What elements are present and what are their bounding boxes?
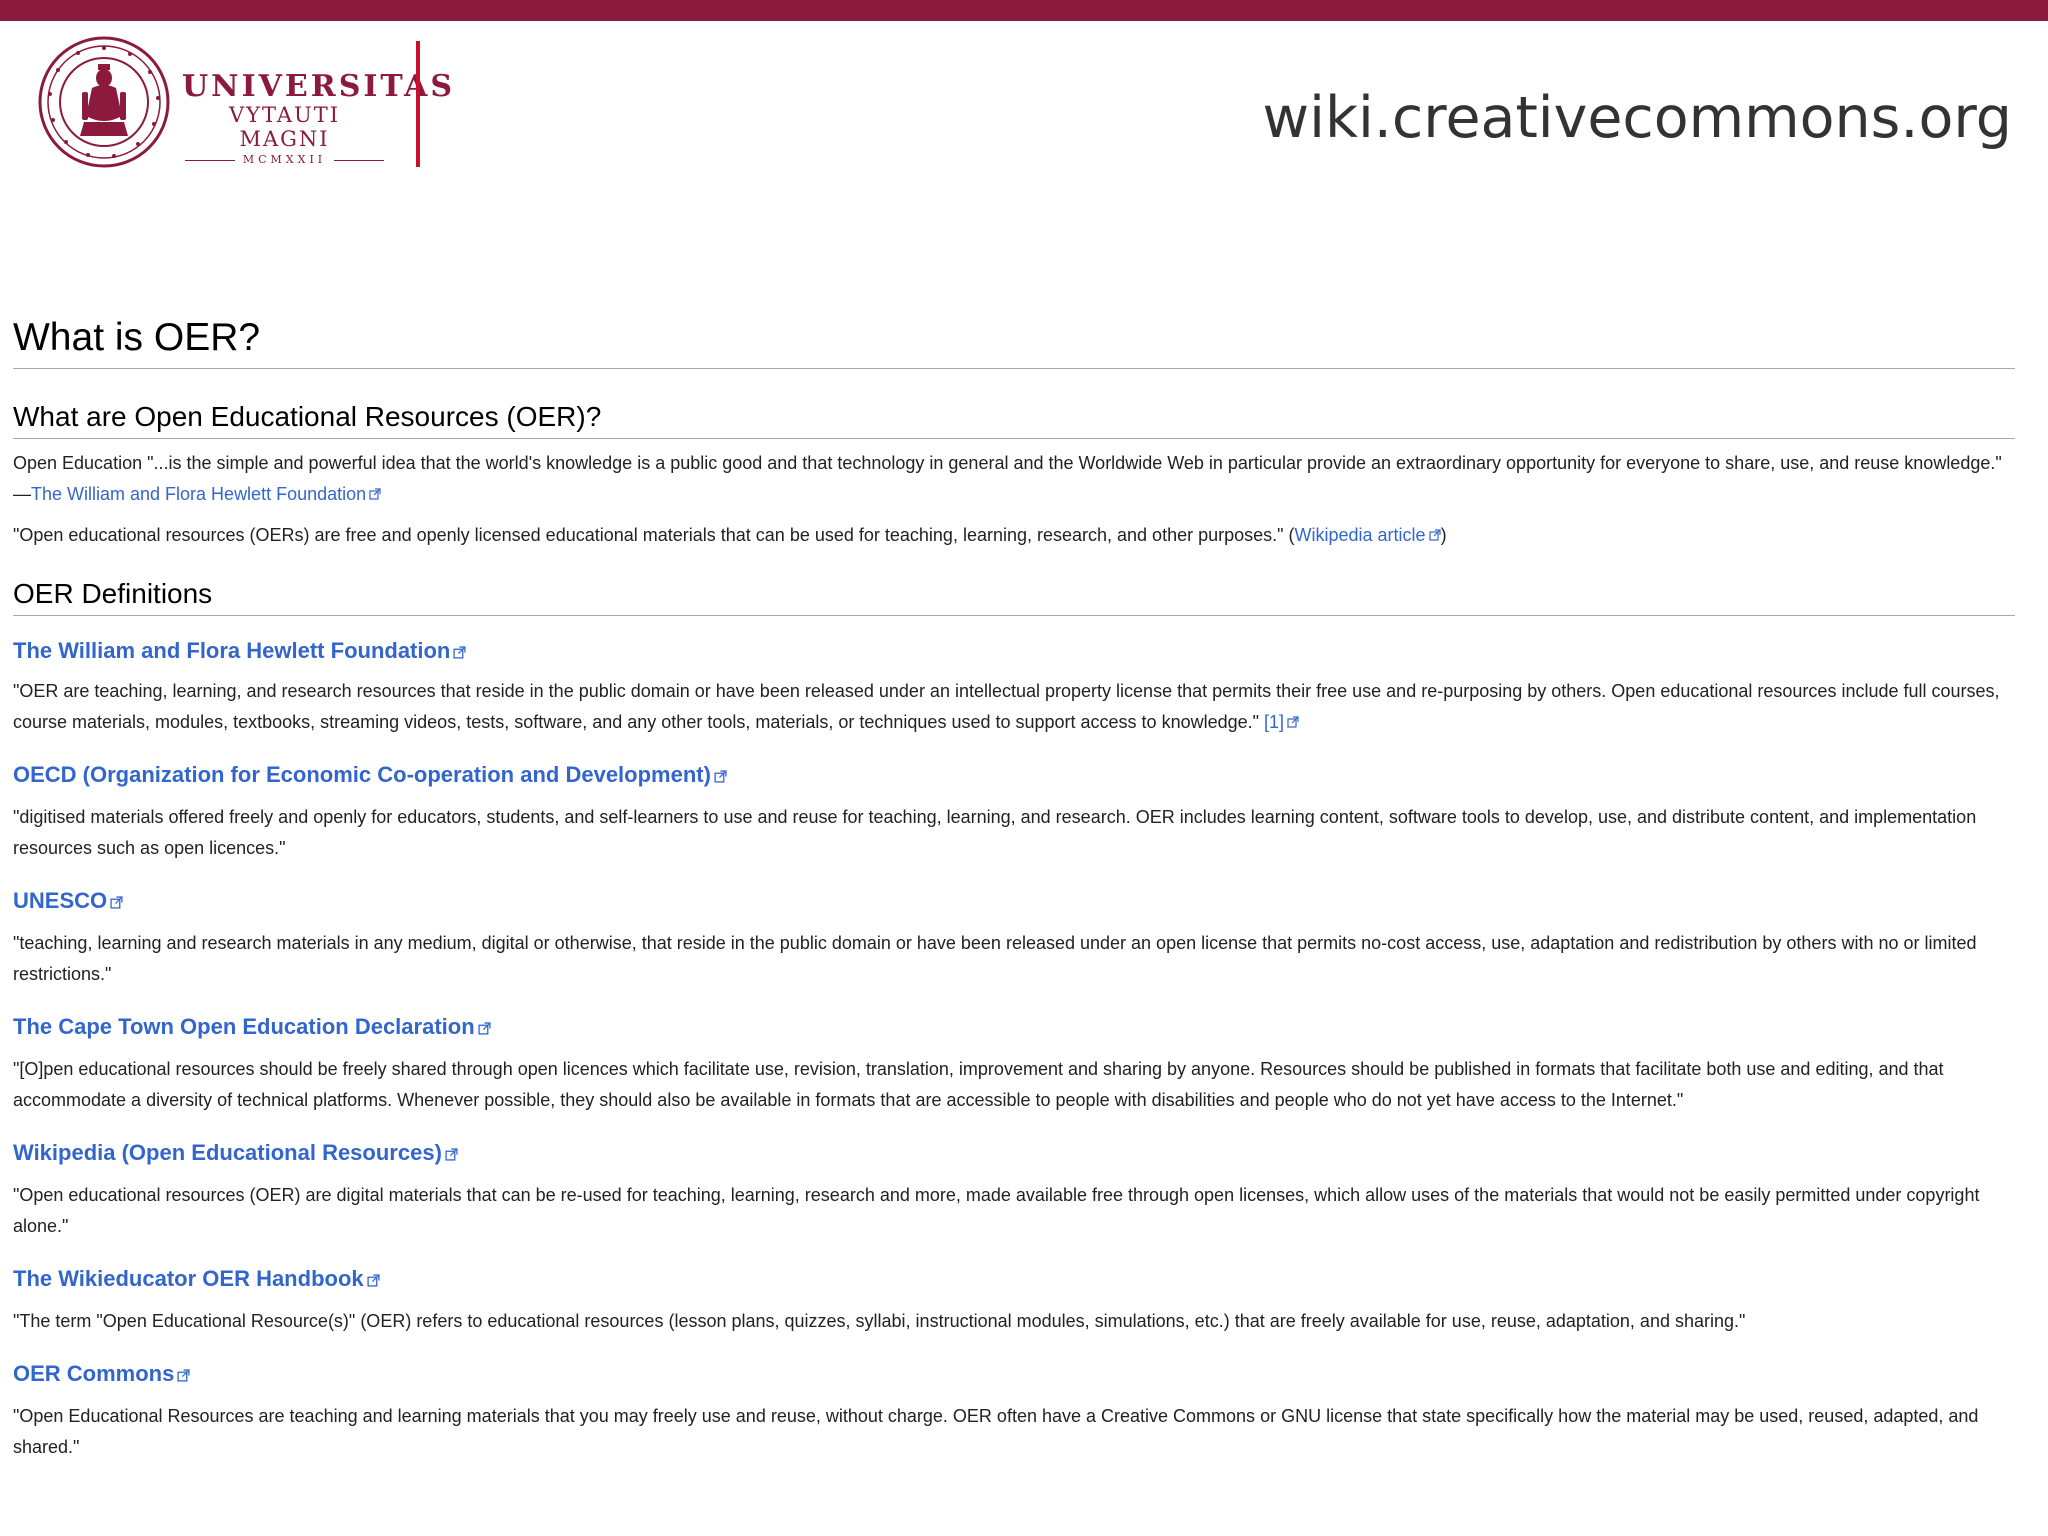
- wordmark-line-1: UNIVERSITAS: [182, 69, 456, 104]
- definition-title-wikieducator: The Wikieducator OER Handbook: [13, 1264, 2015, 1294]
- slide-header: UNIVERSITAS VYTAUTI MAGNI MCMXXII wiki.c…: [0, 21, 2048, 181]
- external-link-icon: [478, 1022, 491, 1035]
- definition-item-oer-commons: OER Commons "Open Educational Resources …: [13, 1359, 2015, 1463]
- wordmark-line-2: VYTAUTI MAGNI: [228, 103, 341, 151]
- definition-text-oecd: "digitised materials offered freely and …: [13, 807, 1977, 858]
- external-link-icon: [1428, 529, 1441, 541]
- wordmark-line-3: MCMXXII: [182, 151, 387, 169]
- quote-attribution: —The William and Flora Hewlett Foundatio…: [13, 479, 2015, 510]
- definition-link-cape-town[interactable]: The Cape Town Open Education Declaration: [13, 1014, 475, 1039]
- definition-item-cape-town: The Cape Town Open Education Declaration…: [13, 1012, 2015, 1116]
- definition-title-cape-town: The Cape Town Open Education Declaration: [13, 1012, 2015, 1042]
- wordmark-rule-left: [184, 159, 235, 161]
- definition-title-unesco: UNESCO: [13, 886, 2015, 916]
- section-heading-what-are-oer: What are Open Educational Resources (OER…: [13, 398, 2015, 439]
- definition-link-wikipedia[interactable]: Wikipedia (Open Educational Resources): [13, 1140, 442, 1165]
- external-link-icon: [177, 1369, 190, 1382]
- wiki-article: What is OER? What are Open Educational R…: [13, 312, 2015, 1463]
- definition-link-hewlett[interactable]: The William and Flora Hewlett Foundation: [13, 638, 450, 663]
- definition-link-oecd[interactable]: OECD (Organization for Economic Co-opera…: [13, 762, 711, 787]
- definition-item-wikipedia: Wikipedia (Open Educational Resources) "…: [13, 1138, 2015, 1242]
- reference-link-1[interactable]: [1]: [1264, 712, 1284, 732]
- definition-link-unesco[interactable]: UNESCO: [13, 888, 107, 913]
- open-education-quote: Open Education "...is the simple and pow…: [13, 453, 2002, 473]
- definition-item-wikieducator: The Wikieducator OER Handbook "The term …: [13, 1264, 2015, 1337]
- definition-link-wikieducator[interactable]: The Wikieducator OER Handbook: [13, 1266, 364, 1291]
- definition-item-hewlett: The William and Flora Hewlett Foundation…: [13, 636, 2015, 738]
- university-wordmark: UNIVERSITAS VYTAUTI MAGNI MCMXXII: [182, 69, 456, 169]
- external-link-icon: [1287, 716, 1299, 728]
- wikipedia-article-link[interactable]: Wikipedia article: [1295, 525, 1426, 545]
- definition-title-oer-commons: OER Commons: [13, 1359, 2015, 1389]
- definition-text-wikieducator: "The term "Open Educational Resource(s)"…: [13, 1311, 1746, 1331]
- university-seal-logo: [38, 36, 170, 168]
- external-link-icon: [110, 896, 123, 909]
- header-divider: [416, 41, 420, 167]
- definition-item-oecd: OECD (Organization for Economic Co-opera…: [13, 760, 2015, 864]
- definition-title-oecd: OECD (Organization for Economic Co-opera…: [13, 760, 2015, 790]
- external-link-icon: [367, 1274, 380, 1287]
- wordmark-rule-right: [334, 159, 385, 161]
- external-link-icon: [369, 488, 381, 500]
- attribution-dash: —: [13, 484, 31, 504]
- hewlett-foundation-link[interactable]: The William and Flora Hewlett Foundation: [31, 484, 366, 504]
- definition-quote-hewlett: "OER are teaching, learning, and researc…: [13, 681, 2000, 732]
- external-link-icon: [714, 770, 727, 783]
- definition-item-unesco: UNESCO "teaching, learning and research …: [13, 886, 2015, 990]
- external-link-icon: [445, 1148, 458, 1161]
- site-url: wiki.creativecommons.org: [1262, 85, 2013, 151]
- definition-link-oer-commons[interactable]: OER Commons: [13, 1361, 174, 1386]
- top-accent-bar: [0, 0, 2048, 21]
- wikipedia-close-paren: ): [1440, 525, 1447, 545]
- wikipedia-definition-line: "Open educational resources (OERs) are f…: [13, 520, 2015, 551]
- definition-text-unesco: "teaching, learning and research materia…: [13, 933, 1977, 984]
- wordmark-year: MCMXXII: [242, 153, 327, 166]
- definition-title-hewlett: The William and Flora Hewlett Foundation: [13, 636, 2015, 666]
- section-heading-oer-definitions: OER Definitions: [13, 575, 2015, 616]
- definition-text-cape-town: "[O]pen educational resources should be …: [13, 1059, 1944, 1110]
- wikipedia-definition-text: "Open educational resources (OERs) are f…: [13, 525, 1295, 545]
- definition-text-oer-commons: "Open Educational Resources are teaching…: [13, 1406, 1979, 1457]
- definition-title-wikipedia: Wikipedia (Open Educational Resources): [13, 1138, 2015, 1168]
- definition-text-wikipedia: "Open educational resources (OER) are di…: [13, 1185, 1980, 1236]
- page-title: What is OER?: [13, 312, 2015, 369]
- definition-text-hewlett: "OER are teaching, learning, and researc…: [13, 676, 2015, 738]
- external-link-icon: [453, 646, 466, 659]
